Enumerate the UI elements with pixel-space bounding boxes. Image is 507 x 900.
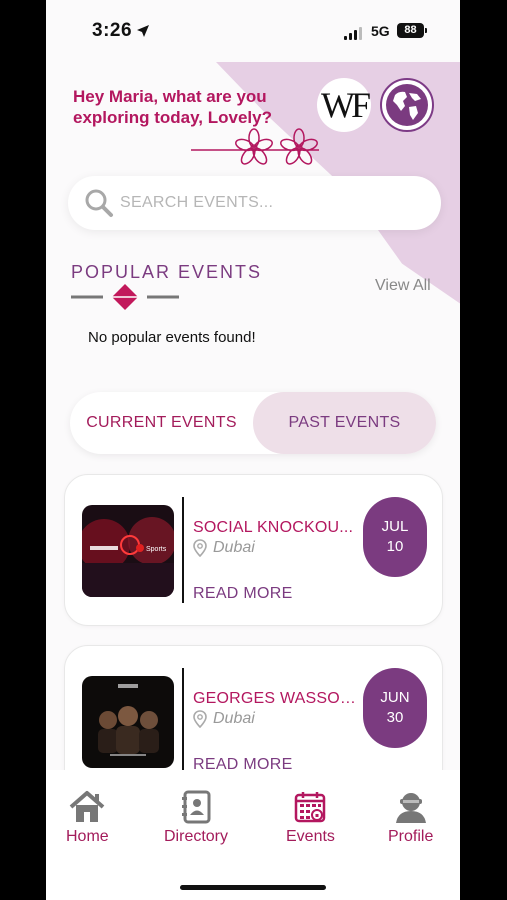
card-divider bbox=[182, 668, 184, 774]
event-title: SOCIAL KNOCKOU... bbox=[193, 519, 354, 536]
event-location-text: Dubai bbox=[213, 539, 255, 556]
empty-popular-message: No popular events found! bbox=[88, 329, 256, 346]
app-screen: 3:26 5G 88 Hey Maria, what are you explo… bbox=[46, 0, 460, 900]
event-month: JUN bbox=[380, 689, 410, 706]
status-bar: 3:26 5G 88 bbox=[46, 0, 460, 60]
flower-decoration-icon bbox=[191, 128, 319, 165]
nav-directory-label: Directory bbox=[164, 828, 229, 845]
event-location-text: Dubai bbox=[213, 710, 255, 727]
event-month: JUL bbox=[381, 518, 409, 535]
greeting-text: Hey Maria, what are you exploring today,… bbox=[73, 87, 272, 127]
popular-events-title: POPULAR EVENTS bbox=[71, 262, 263, 282]
event-location: Dubai bbox=[193, 710, 255, 728]
event-day: 10 bbox=[386, 538, 404, 555]
home-indicator bbox=[180, 885, 326, 890]
home-icon bbox=[70, 791, 105, 822]
bottom-nav: Home Directory Events Profile bbox=[46, 770, 460, 900]
event-date-badge: JUN 30 bbox=[363, 668, 427, 748]
battery-icon: 88 bbox=[397, 23, 424, 38]
nav-home-label: Home bbox=[66, 828, 109, 845]
calendar-icon bbox=[295, 792, 326, 823]
search-input[interactable] bbox=[120, 194, 420, 212]
event-card[interactable]: Sports SOCIAL KNOCKOU... Dubai READ MORE… bbox=[64, 474, 443, 626]
card-divider bbox=[182, 497, 184, 603]
profile-icon bbox=[395, 793, 426, 823]
event-thumbnail: Sports bbox=[82, 505, 174, 597]
nav-directory[interactable]: Directory bbox=[164, 790, 228, 846]
nav-events-label: Events bbox=[286, 828, 335, 845]
nav-events[interactable]: Events bbox=[286, 790, 335, 846]
tab-past-events[interactable]: PAST EVENTS bbox=[253, 392, 436, 454]
search-icon bbox=[85, 189, 113, 217]
status-time: 3:26 bbox=[92, 20, 133, 41]
location-pin-icon bbox=[193, 710, 207, 728]
globe-icon bbox=[386, 84, 428, 126]
event-tabs: CURRENT EVENTS PAST EVENTS bbox=[70, 392, 436, 454]
tab-current-events[interactable]: CURRENT EVENTS bbox=[70, 392, 253, 454]
event-day: 30 bbox=[386, 709, 404, 726]
event-title: GEORGES WASSOU... bbox=[193, 690, 359, 707]
event-date-badge: JUL 10 bbox=[363, 497, 427, 577]
language-button[interactable] bbox=[380, 78, 434, 132]
battery-cap bbox=[425, 28, 427, 33]
thumb-sports-text: Sports bbox=[146, 546, 167, 553]
nav-profile-label: Profile bbox=[388, 828, 434, 845]
nav-home[interactable]: Home bbox=[66, 790, 109, 846]
nav-profile[interactable]: Profile bbox=[388, 790, 433, 846]
signal-icon bbox=[344, 27, 362, 40]
event-location: Dubai bbox=[193, 539, 255, 557]
event-thumbnail bbox=[82, 676, 174, 768]
title-divider-decoration bbox=[71, 284, 179, 310]
wf-logo[interactable]: WF bbox=[317, 78, 371, 132]
view-all-link[interactable]: View All bbox=[375, 277, 431, 295]
directory-icon bbox=[182, 790, 211, 824]
location-pin-icon bbox=[193, 539, 207, 557]
read-more-link[interactable]: READ MORE bbox=[193, 585, 293, 603]
search-bar[interactable] bbox=[68, 176, 441, 230]
network-label: 5G bbox=[371, 23, 390, 39]
location-arrow-icon bbox=[137, 25, 149, 37]
